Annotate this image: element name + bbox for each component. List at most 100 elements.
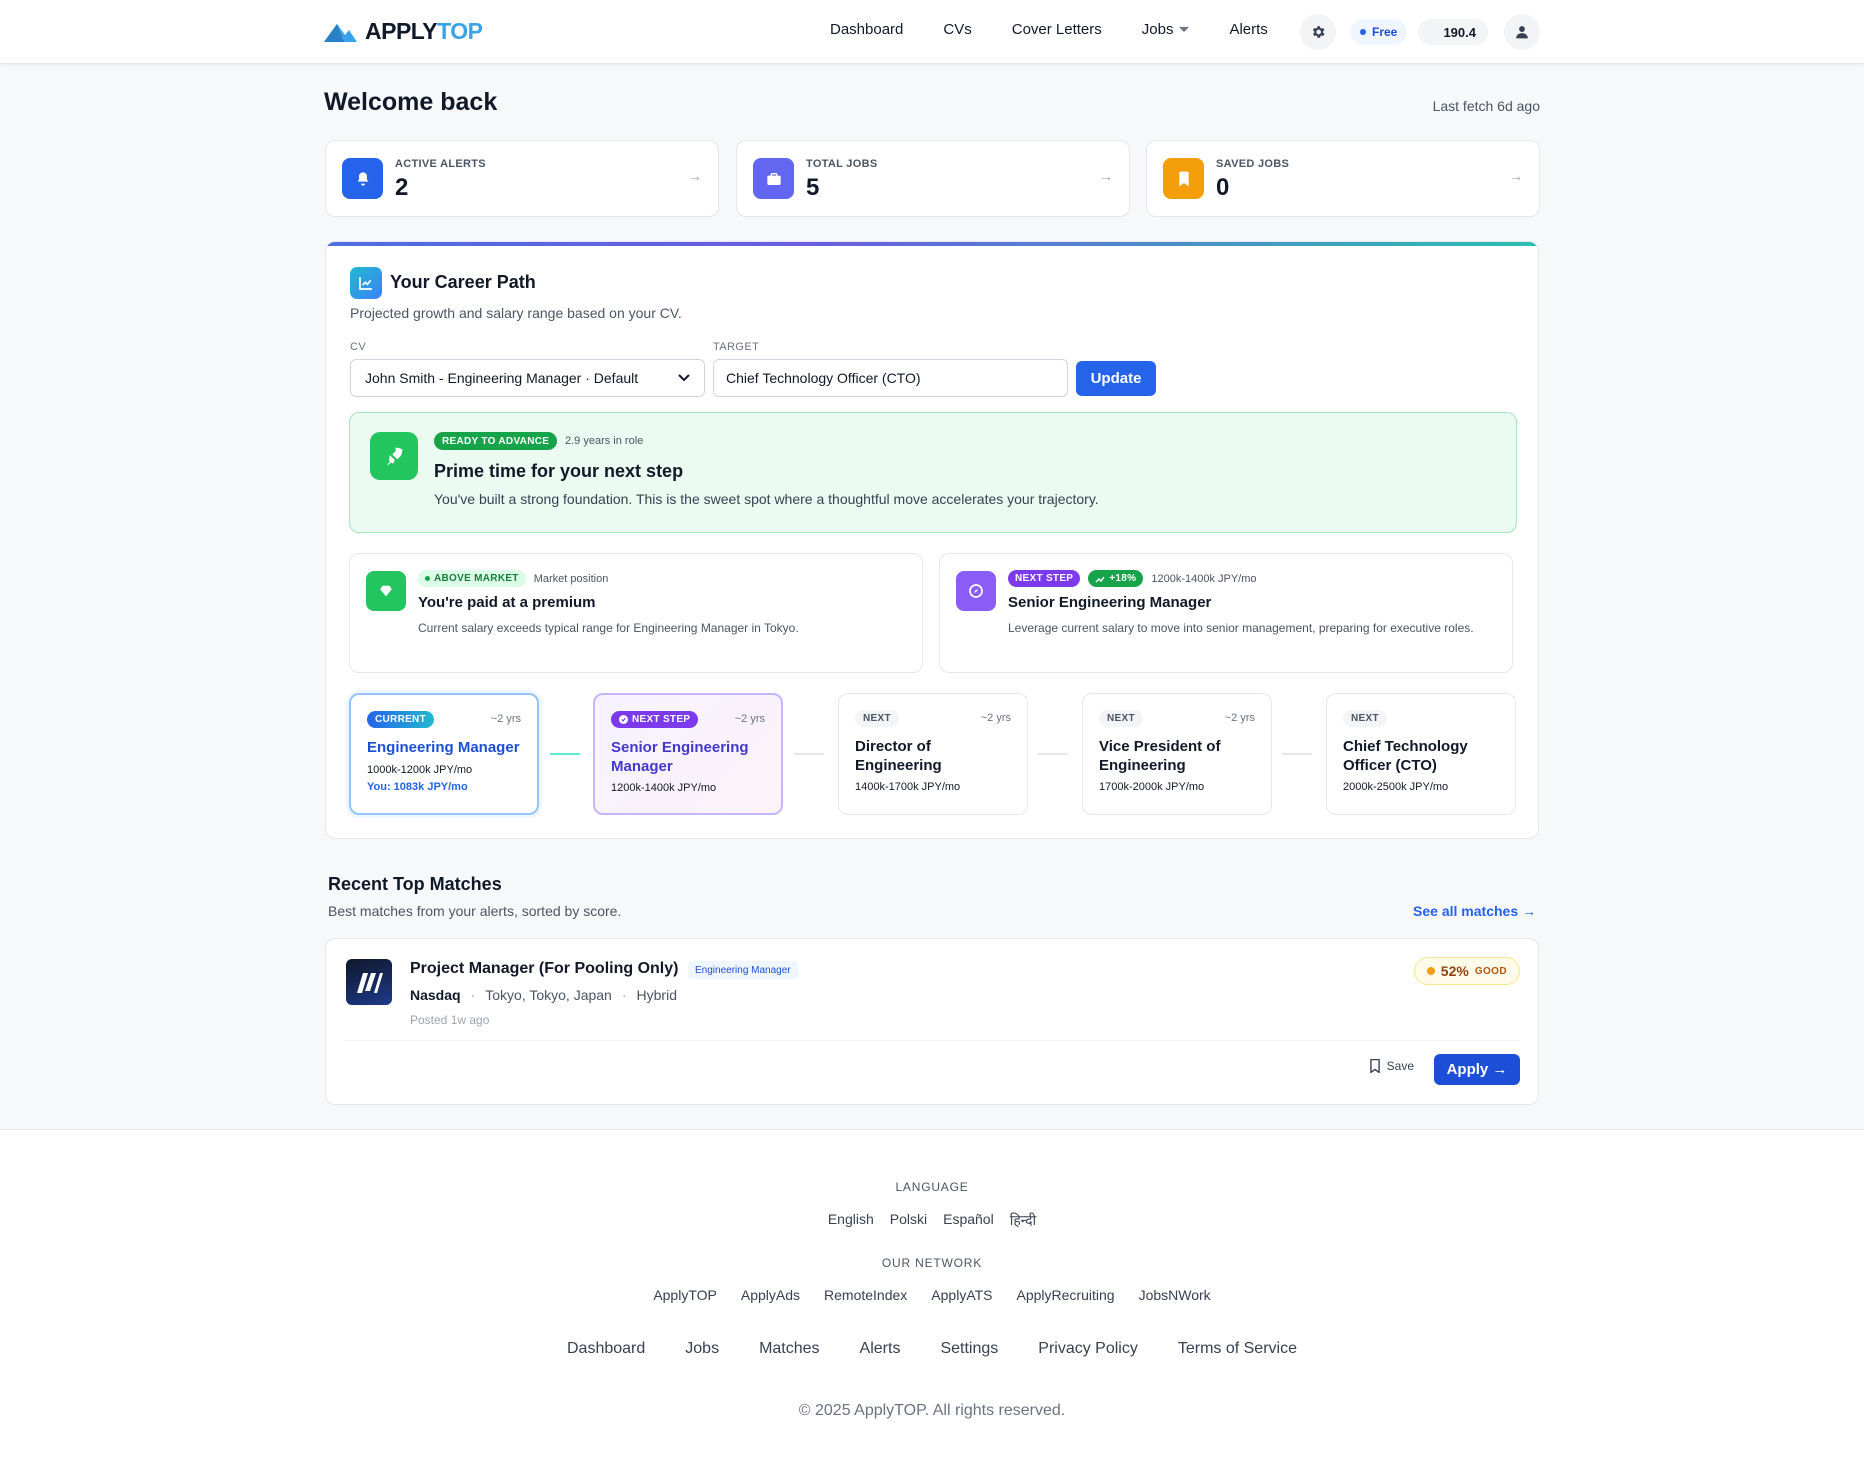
language-espanol[interactable]: Español: [943, 1211, 994, 1230]
stat-card-saved-jobs[interactable]: SAVED JOBS 0 →: [1146, 140, 1540, 217]
network-list: ApplyTOP ApplyAds RemoteIndex ApplyATS A…: [0, 1287, 1864, 1303]
user-icon: [1516, 26, 1528, 39]
network-applyats[interactable]: ApplyATS: [931, 1287, 992, 1303]
language-label: LANGUAGE: [895, 1180, 969, 1194]
footer-link-alerts[interactable]: Alerts: [860, 1340, 901, 1358]
next-step-description: Leverage current salary to move into sen…: [1008, 621, 1474, 635]
nav-alerts[interactable]: Alerts: [1229, 21, 1267, 38]
cv-select-value: John Smith - Engineering Manager · Defau…: [365, 370, 639, 386]
score-percent: 52%: [1440, 963, 1469, 979]
footer-link-settings[interactable]: Settings: [940, 1340, 998, 1358]
network-applyrecruiting[interactable]: ApplyRecruiting: [1017, 1287, 1115, 1303]
language-polski[interactable]: Polski: [890, 1211, 927, 1230]
step-tag: NEXT: [1099, 710, 1143, 727]
nav-cvs[interactable]: CVs: [943, 21, 971, 38]
job-title-link[interactable]: Project Manager (For Pooling Only): [410, 960, 678, 978]
settings-button[interactable]: [1300, 14, 1336, 50]
career-step-director[interactable]: NEXT ~2 yrs Director of Engineering 1400…: [838, 693, 1028, 815]
nav-jobs-label: Jobs: [1141, 21, 1174, 38]
step-title: Senior Engineering Manager: [611, 739, 749, 775]
stat-card-total-jobs[interactable]: TOTAL JOBS 5 →: [736, 140, 1130, 217]
network-applyads[interactable]: ApplyAds: [741, 1287, 800, 1303]
stat-label: TOTAL JOBS: [806, 158, 878, 170]
trend-up-icon: [1095, 576, 1105, 582]
nav-dashboard[interactable]: Dashboard: [830, 21, 903, 38]
bookmark-icon: [1178, 171, 1189, 186]
language-english[interactable]: English: [828, 1211, 874, 1230]
footer-link-dashboard[interactable]: Dashboard: [567, 1340, 645, 1358]
briefcase-icon: [766, 172, 781, 185]
recent-matches-title: Recent Top Matches: [328, 874, 502, 894]
footer-link-matches[interactable]: Matches: [759, 1340, 819, 1358]
step-tag: CURRENT: [367, 711, 434, 728]
bookmark-icon: [1369, 1059, 1380, 1073]
network-jobsnwork[interactable]: JobsNWork: [1139, 1287, 1211, 1303]
company-name: Nasdaq: [410, 987, 461, 1003]
footer-link-privacy[interactable]: Privacy Policy: [1038, 1340, 1138, 1358]
target-input[interactable]: Chief Technology Officer (CTO): [713, 359, 1068, 397]
step-connector: [1282, 753, 1312, 755]
career-step-next[interactable]: NEXT STEP ~2 yrs Senior Engineering Mana…: [593, 693, 783, 815]
above-market-badge: ABOVE MARKET: [418, 570, 526, 587]
see-all-matches-link[interactable]: See all matches →: [1413, 903, 1536, 919]
stat-value: 0: [1216, 174, 1230, 201]
step-title: Vice President of Engineering: [1099, 738, 1221, 774]
separator-dot: ·: [470, 987, 476, 1003]
language-hindi[interactable]: हिन्दी: [1010, 1211, 1036, 1230]
next-step-badge: NEXT STEP: [1008, 570, 1081, 587]
last-fetch-status: Last fetch 6d ago: [1432, 98, 1540, 114]
line-chart-icon: [359, 277, 372, 290]
diamond-icon: [380, 585, 392, 597]
years-in-role: 2.9 years in role: [565, 435, 644, 447]
save-job-button[interactable]: Save: [1369, 1059, 1414, 1073]
target-label: TARGET: [713, 341, 760, 353]
stat-icon-box: [342, 158, 383, 199]
stat-label: SAVED JOBS: [1216, 158, 1290, 170]
stat-card-active-alerts[interactable]: ACTIVE ALERTS 2 →: [325, 140, 719, 217]
update-button[interactable]: Update: [1076, 361, 1156, 396]
user-menu-button[interactable]: [1504, 14, 1540, 50]
mountain-logo-icon: [324, 23, 357, 42]
step-salary: 2000k-2500k JPY/mo: [1343, 781, 1449, 793]
bell-icon: [357, 171, 368, 186]
step-salary: 1400k-1700k JPY/mo: [855, 781, 961, 793]
footer-link-jobs[interactable]: Jobs: [685, 1340, 719, 1358]
career-step-current[interactable]: CURRENT ~2 yrs Engineering Manager 1000k…: [349, 693, 539, 815]
diamond-icon-box: [366, 571, 406, 611]
ready-badge: READY TO ADVANCE: [434, 432, 558, 450]
step-tag: NEXT: [855, 710, 899, 727]
job-match-card: Project Manager (For Pooling Only) Engin…: [325, 938, 1539, 1105]
step-tag: NEXT: [1343, 710, 1387, 727]
brand-logo[interactable]: APPLYTOP: [324, 18, 483, 45]
plan-label: Free: [1372, 25, 1398, 39]
chevron-down-icon: [1179, 27, 1190, 32]
next-step-title: Senior Engineering Manager: [1008, 594, 1212, 611]
cv-select[interactable]: John Smith - Engineering Manager · Defau…: [350, 359, 705, 397]
nasdaq-logo-icon: [357, 973, 383, 993]
recent-matches-subtitle: Best matches from your alerts, sorted by…: [328, 903, 622, 919]
step-title: Director of Engineering: [855, 738, 942, 774]
network-applytop[interactable]: ApplyTOP: [653, 1287, 717, 1303]
top-navbar: APPLYTOP Dashboard CVs Cover Letters Job…: [0, 0, 1864, 64]
nav-jobs[interactable]: Jobs: [1142, 21, 1190, 38]
career-step-cto[interactable]: NEXT Chief Technology Officer (CTO) 2000…: [1326, 693, 1516, 815]
step-salary: 1200k-1400k JPY/mo: [611, 782, 717, 794]
career-path-title: Your Career Path: [390, 272, 536, 292]
credits-badge[interactable]: 190.4: [1418, 19, 1488, 45]
brand-part2: TOP: [437, 18, 483, 44]
network-remoteindex[interactable]: RemoteIndex: [824, 1287, 907, 1303]
job-company-line: Nasdaq · Tokyo, Tokyo, Japan · Hybrid: [410, 987, 677, 1003]
plan-badge[interactable]: Free: [1350, 19, 1408, 45]
career-path-panel: Your Career Path Projected growth and sa…: [325, 241, 1539, 839]
plan-dot: [1360, 29, 1366, 35]
step-salary: 1700k-2000k JPY/mo: [1099, 781, 1205, 793]
next-step-salary: 1200k-1400k JPY/mo: [1151, 572, 1257, 585]
network-label: OUR NETWORK: [881, 1256, 983, 1270]
step-years: ~2 yrs: [980, 712, 1011, 724]
chevron-down-icon: [678, 374, 690, 382]
career-step-vp[interactable]: NEXT ~2 yrs Vice President of Engineerin…: [1082, 693, 1272, 815]
footer-link-terms[interactable]: Terms of Service: [1178, 1340, 1297, 1358]
nav-cover-letters[interactable]: Cover Letters: [1012, 21, 1102, 38]
gradient-accent-bar: [326, 242, 1538, 246]
apply-button[interactable]: Apply →: [1434, 1054, 1520, 1085]
